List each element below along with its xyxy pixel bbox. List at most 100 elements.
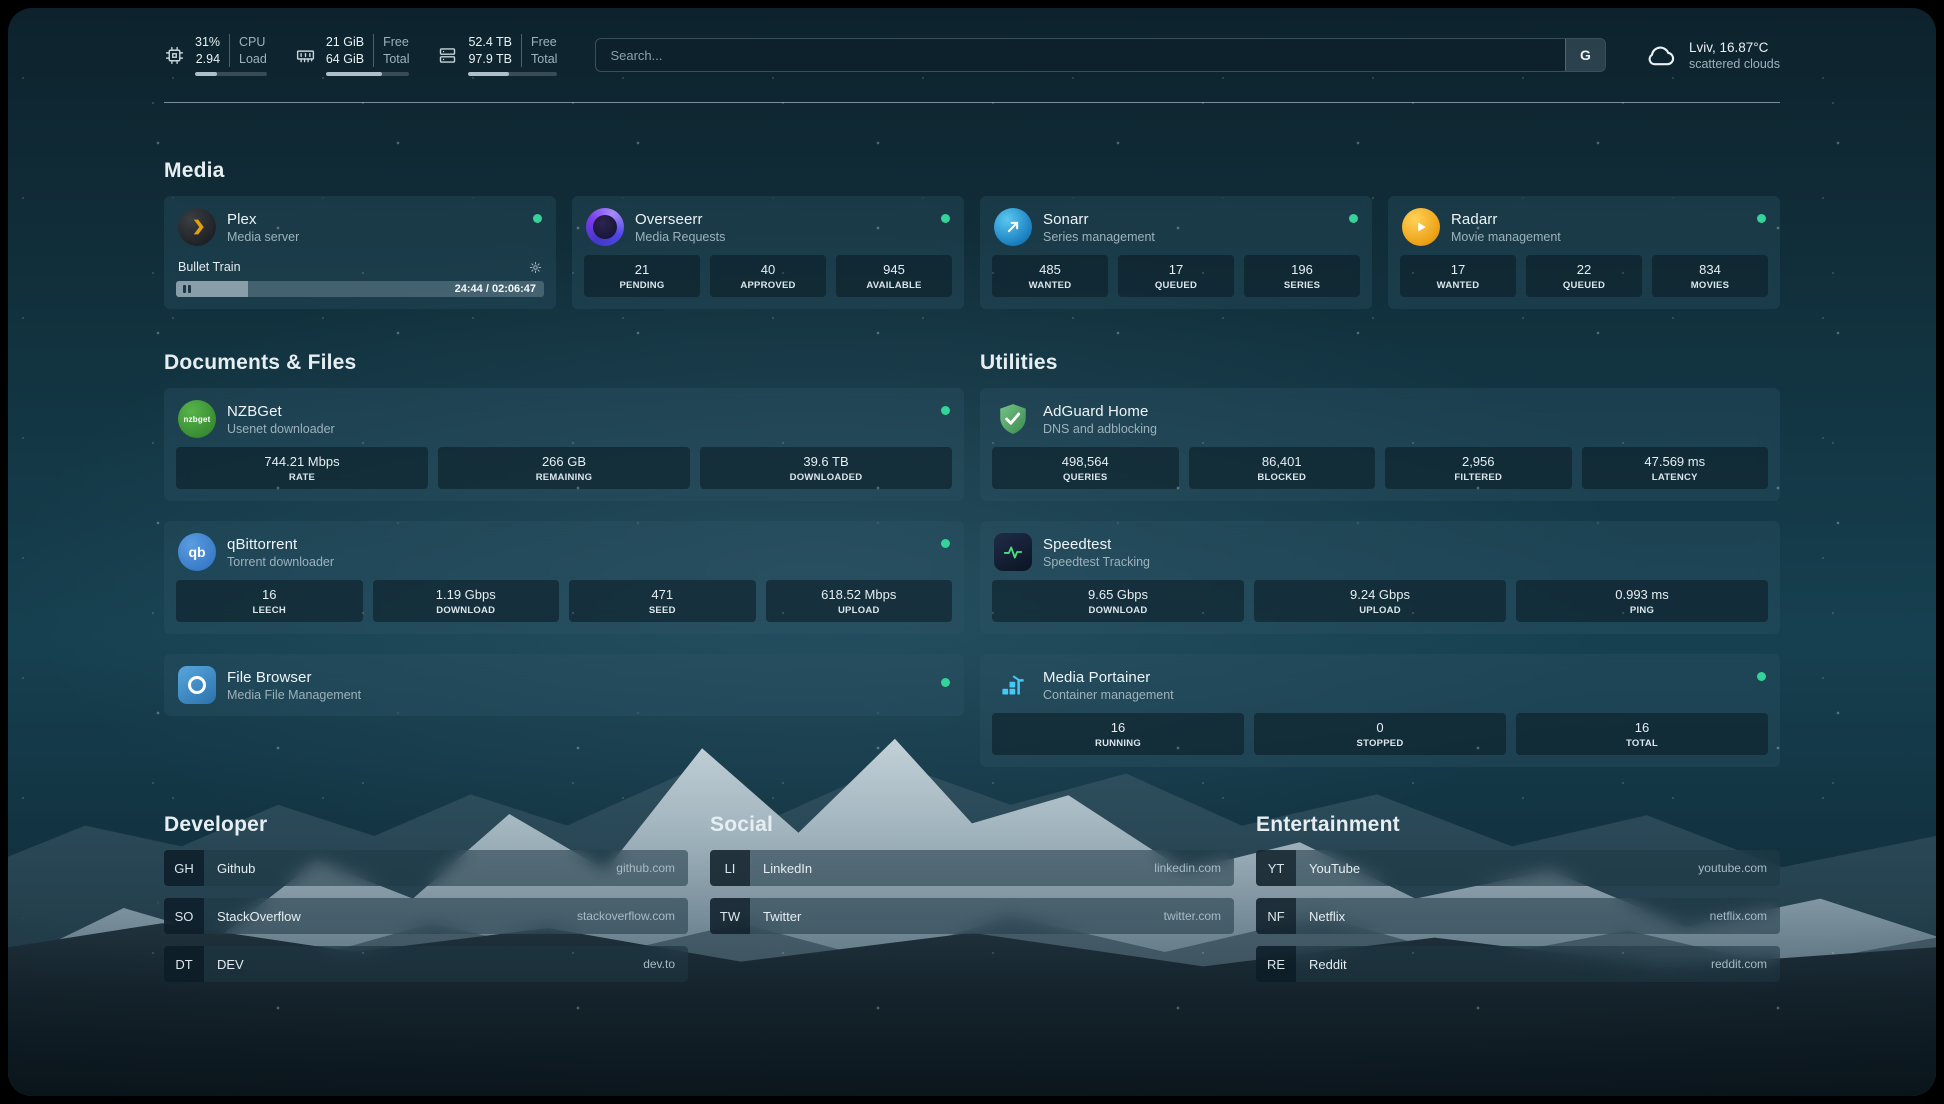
section-title-media: Media: [164, 159, 1780, 183]
portainer-icon: [994, 666, 1032, 704]
pause-icon[interactable]: [183, 285, 191, 293]
service-name: AdGuard Home: [1043, 403, 1157, 420]
service-name: Plex: [227, 211, 299, 228]
stat-rate: 744.21 Mbps RATE: [176, 447, 428, 489]
sonarr-icon: [994, 208, 1032, 246]
section-title-utilities: Utilities: [980, 351, 1780, 375]
bookmark-netflix[interactable]: NF Netflix netflix.com: [1256, 898, 1780, 934]
stat-approved: 40 APPROVED: [710, 255, 826, 297]
bookmark-linkedin[interactable]: LI LinkedIn linkedin.com: [710, 850, 1234, 886]
service-card-overseerr[interactable]: Overseerr Media Requests 21 PENDING 40 A…: [572, 196, 964, 309]
section-title-documents: Documents & Files: [164, 351, 964, 375]
bookmark-youtube[interactable]: YT YouTube youtube.com: [1256, 850, 1780, 886]
stat-upload: 9.24 Gbps UPLOAD: [1254, 580, 1506, 622]
service-card-radarr[interactable]: Radarr Movie management 17 WANTED 22 QUE…: [1388, 196, 1780, 309]
status-dot: [1757, 214, 1766, 223]
bookmark-abbr: NF: [1256, 898, 1296, 934]
disk-progress-bar: [468, 72, 557, 76]
status-dot: [1349, 214, 1358, 223]
stat-seed: 471 SEED: [569, 580, 756, 622]
service-card-sonarr[interactable]: Sonarr Series management 485 WANTED 17 Q…: [980, 196, 1372, 309]
service-card-nzbget[interactable]: nzbget NZBGet Usenet downloader 744.21 M…: [164, 388, 964, 501]
bookmark-url: stackoverflow.com: [577, 909, 675, 923]
bookmark-abbr: LI: [710, 850, 750, 886]
disk-icon: [437, 45, 458, 66]
bookmark-abbr: SO: [164, 898, 204, 934]
bookmark-group-entertainment: Entertainment YT YouTube youtube.com NF …: [1256, 813, 1780, 982]
disk-progress-fill: [468, 72, 509, 76]
status-dot: [941, 539, 950, 548]
service-name: Radarr: [1451, 211, 1561, 228]
service-card-adguard[interactable]: AdGuard Home DNS and adblocking 498,564 …: [980, 388, 1780, 501]
memory-progress-fill: [326, 72, 382, 76]
resource-widgets: 31% 2.94 CPU Load: [164, 34, 557, 76]
stat-upload: 618.52 Mbps UPLOAD: [766, 580, 953, 622]
stat-download: 1.19 Gbps DOWNLOAD: [373, 580, 560, 622]
service-card-qbittorrent[interactable]: qb qBittorrent Torrent downloader 16 LEE…: [164, 521, 964, 634]
disk-total-label: Total: [531, 51, 557, 68]
bookmark-reddit[interactable]: RE Reddit reddit.com: [1256, 946, 1780, 982]
section-title-social: Social: [710, 813, 1234, 837]
section-title-developer: Developer: [164, 813, 688, 837]
bookmark-dev[interactable]: DT DEV dev.to: [164, 946, 688, 982]
stat-filtered: 2,956 FILTERED: [1385, 447, 1572, 489]
memory-progress-bar: [326, 72, 410, 76]
search-input[interactable]: [596, 39, 1565, 71]
header: 31% 2.94 CPU Load: [164, 34, 1780, 76]
service-subtitle: Container management: [1043, 688, 1174, 702]
service-name: Sonarr: [1043, 211, 1155, 228]
cpu-progress-fill: [195, 72, 217, 76]
search-provider-button[interactable]: G: [1565, 39, 1605, 71]
stat-running: 16 RUNNING: [992, 713, 1244, 755]
stat-stopped: 0 STOPPED: [1254, 713, 1506, 755]
header-divider: [164, 102, 1780, 103]
status-dot: [941, 214, 950, 223]
cpu-chip-icon: [164, 45, 185, 66]
service-subtitle: Movie management: [1451, 230, 1561, 244]
bookmark-twitter[interactable]: TW Twitter twitter.com: [710, 898, 1234, 934]
stat-pending: 21 PENDING: [584, 255, 700, 297]
stat-movies: 834 MOVIES: [1652, 255, 1768, 297]
bookmark-url: dev.to: [643, 957, 675, 971]
service-card-portainer[interactable]: Media Portainer Container management 16 …: [980, 654, 1780, 767]
cpu-load-value: 2.94: [196, 51, 220, 68]
section-media: Media Plex Media server: [164, 159, 1780, 309]
bookmark-name: StackOverflow: [217, 909, 301, 924]
cpu-divider: [229, 34, 230, 67]
bookmark-url: linkedin.com: [1154, 861, 1221, 875]
bookmark-url: netflix.com: [1710, 909, 1767, 923]
cpu-progress-bar: [195, 72, 267, 76]
memory-total-label: Total: [383, 51, 409, 68]
settings-gear-icon[interactable]: [529, 261, 542, 274]
section-documents: Documents & Files nzbget NZBGet Usenet d…: [164, 351, 964, 716]
plex-now-playing: Bullet Train 24:44 / 02:06:4: [176, 260, 544, 297]
disk-total-value: 97.9 TB: [468, 51, 512, 68]
playback-progress-bar[interactable]: 24:44 / 02:06:47: [176, 281, 544, 297]
section-title-entertainment: Entertainment: [1256, 813, 1780, 837]
stat-leech: 16 LEECH: [176, 580, 363, 622]
qbittorrent-icon: qb: [178, 533, 216, 571]
service-card-plex[interactable]: Plex Media server Bullet Train: [164, 196, 556, 309]
bookmark-abbr: TW: [710, 898, 750, 934]
section-utilities: Utilities: [980, 351, 1780, 767]
bookmark-abbr: GH: [164, 850, 204, 886]
bookmark-github[interactable]: GH Github github.com: [164, 850, 688, 886]
status-dot: [941, 678, 950, 687]
bookmark-name: Reddit: [1309, 957, 1347, 972]
dashboard-window: 31% 2.94 CPU Load: [8, 8, 1936, 1096]
bookmark-url: twitter.com: [1164, 909, 1221, 923]
bookmark-stackoverflow[interactable]: SO StackOverflow stackoverflow.com: [164, 898, 688, 934]
service-card-speedtest[interactable]: Speedtest Speedtest Tracking 9.65 Gbps D…: [980, 521, 1780, 634]
disk-free-label: Free: [531, 34, 557, 51]
radarr-icon: [1402, 208, 1440, 246]
bookmark-url: github.com: [616, 861, 675, 875]
plex-icon: [178, 208, 216, 246]
service-card-filebrowser[interactable]: File Browser Media File Management: [164, 654, 964, 716]
adguard-shield-icon: [994, 400, 1032, 438]
bookmark-url: youtube.com: [1698, 861, 1767, 875]
service-subtitle: DNS and adblocking: [1043, 422, 1157, 436]
stat-remaining: 266 GB REMAINING: [438, 447, 690, 489]
stat-queries: 498,564 QUERIES: [992, 447, 1179, 489]
stat-blocked: 86,401 BLOCKED: [1189, 447, 1376, 489]
memory-widget: 21 GiB 64 GiB Free Total: [295, 34, 410, 76]
